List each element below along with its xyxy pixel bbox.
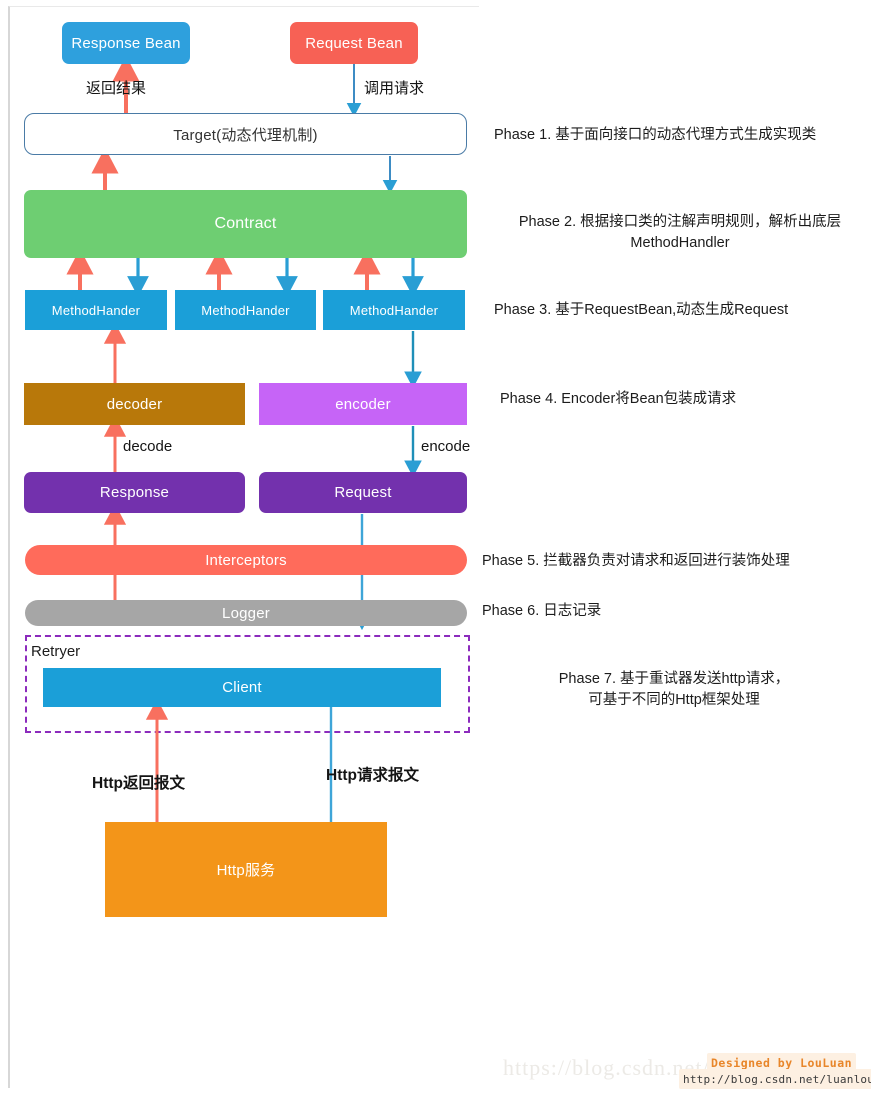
phase-note-5: Phase 5. 拦截器负责对请求和返回进行装饰处理 <box>482 553 790 569</box>
node-client[interactable]: Client <box>43 668 441 707</box>
watermark-url: http://blog.csdn.net/luanlouis <box>679 1069 871 1089</box>
edge-label-encode: encode <box>421 438 471 455</box>
phase-note-2: Phase 2. 根据接口类的注解声明规则，解析出底层 MethodHandle… <box>494 212 866 254</box>
node-response[interactable]: Response <box>24 472 245 513</box>
group-retryer-label: Retryer <box>31 643 81 660</box>
node-request[interactable]: Request <box>259 472 467 513</box>
node-method-handler-1[interactable]: MethodHander <box>25 290 167 330</box>
phase-note-2-line2: MethodHandler <box>630 235 730 251</box>
edge-label-http-response-message: Http返回报文 <box>92 775 185 792</box>
node-encoder[interactable]: encoder <box>259 383 467 425</box>
phase-note-1: Phase 1. 基于面向接口的动态代理方式生成实现类 <box>494 127 817 143</box>
diagram-canvas: https://blog.csdn.net/luanlouis69 Respon… <box>0 0 871 1095</box>
node-decoder[interactable]: decoder <box>24 383 245 425</box>
phase-note-2-line1: Phase 2. 根据接口类的注解声明规则，解析出底层 <box>518 214 842 230</box>
phase-note-7-line1: Phase 7. 基于重试器发送http请求， <box>558 671 790 687</box>
watermark-designed-by-text: Designed by LouLuan <box>711 1056 853 1070</box>
node-logger[interactable]: Logger <box>25 600 467 626</box>
edge-label-decode: decode <box>123 438 173 455</box>
node-response-bean[interactable]: Response Bean <box>62 22 190 64</box>
phase-note-7: Phase 7. 基于重试器发送http请求， 可基于不同的Http框架处理 <box>481 669 867 711</box>
node-target[interactable]: Target(动态代理机制) <box>24 113 467 155</box>
edge-label-invoke-request: 调用请求 <box>364 80 425 97</box>
node-request-bean[interactable]: Request Bean <box>290 22 418 64</box>
node-method-handler-3[interactable]: MethodHander <box>323 290 465 330</box>
watermark-url-text: http://blog.csdn.net/luanlouis <box>683 1073 871 1086</box>
phase-note-4: Phase 4. Encoder将Bean包装成请求 <box>500 391 737 407</box>
edge-label-http-request-message: Http请求报文 <box>326 767 419 784</box>
node-contract[interactable]: Contract <box>24 190 467 258</box>
phase-note-3: Phase 3. 基于RequestBean,动态生成Request <box>494 302 789 318</box>
phase-note-6: Phase 6. 日志记录 <box>482 603 602 619</box>
node-interceptors[interactable]: Interceptors <box>25 545 467 575</box>
phase-note-7-line2: 可基于不同的Http框架处理 <box>588 692 760 708</box>
edge-label-return-result: 返回结果 <box>86 80 147 97</box>
node-method-handler-2[interactable]: MethodHander <box>175 290 316 330</box>
node-http-service[interactable]: Http服务 <box>105 822 387 917</box>
